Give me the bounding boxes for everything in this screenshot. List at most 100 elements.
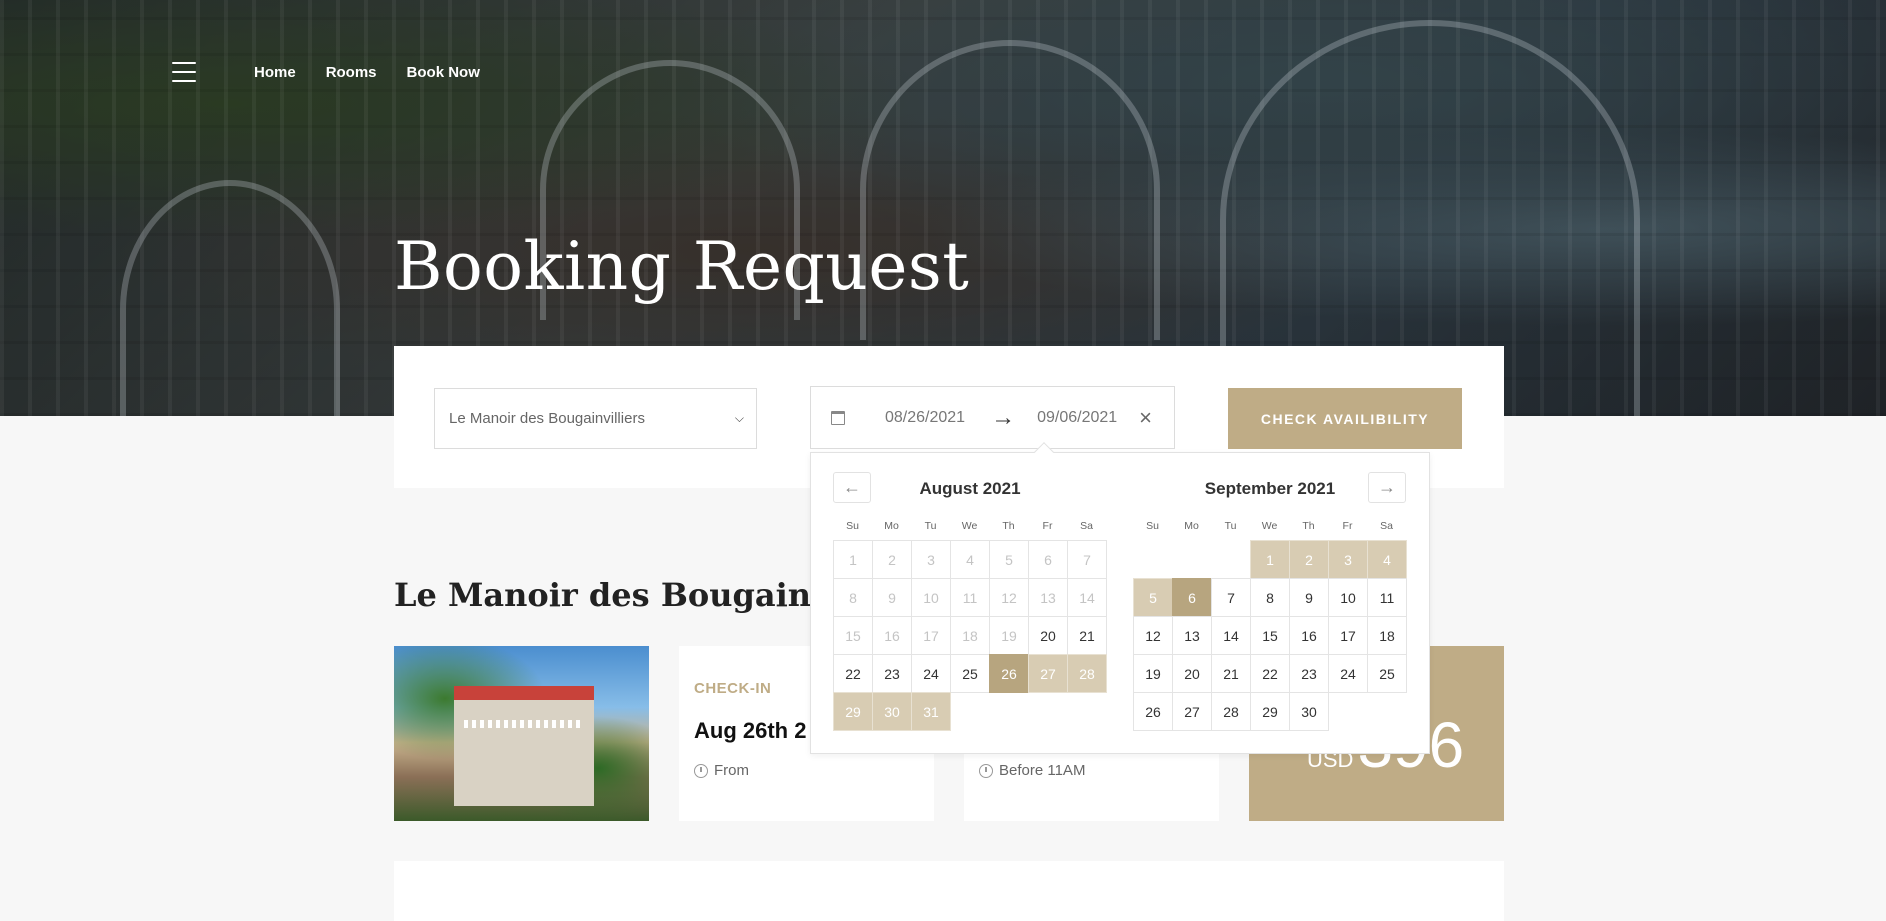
- checkout-time: Before 11AM: [979, 762, 1085, 779]
- weekday-label: Sa: [1380, 520, 1393, 532]
- clock-icon: [979, 763, 993, 778]
- calendar-day: 7: [1067, 540, 1107, 579]
- calendar-day[interactable]: 31: [911, 692, 951, 731]
- date-range-picker: ← → August 2021 Su Mo Tu We Th Fr Sa 123456789…: [810, 442, 1430, 754]
- top-navigation: Home Rooms Book Now: [172, 62, 480, 82]
- weekday-label: Th: [1302, 520, 1315, 532]
- calendar-day[interactable]: 25: [1367, 654, 1407, 693]
- calendar-day[interactable]: 6: [1172, 578, 1212, 617]
- calendar-day: 4: [950, 540, 990, 579]
- calendar-day[interactable]: 28: [1211, 692, 1251, 731]
- menu-icon[interactable]: [172, 62, 196, 82]
- calendar-day: 17: [911, 616, 951, 655]
- calendar-day[interactable]: 27: [1172, 692, 1212, 731]
- checkin-time-text: From: [714, 762, 749, 779]
- calendar-day[interactable]: 24: [911, 654, 951, 693]
- page-title: Booking Request: [394, 228, 970, 305]
- calendar-day: 18: [950, 616, 990, 655]
- calendar-day[interactable]: 8: [1250, 578, 1290, 617]
- hotel-select[interactable]: Le Manoir des Bougainvilliers ⌵: [434, 388, 757, 449]
- calendar-day[interactable]: 26: [989, 654, 1029, 693]
- calendar-icon: [831, 410, 845, 425]
- start-date-input[interactable]: 08/26/2021: [885, 409, 965, 427]
- calendar-day: 13: [1028, 578, 1068, 617]
- weekday-header: Su Mo Tu We Th Fr Sa: [833, 520, 1106, 532]
- calendar-day[interactable]: 13: [1172, 616, 1212, 655]
- calendar-day[interactable]: 22: [1250, 654, 1290, 693]
- calendar-day[interactable]: 9: [1289, 578, 1329, 617]
- calendar-day[interactable]: 21: [1211, 654, 1251, 693]
- calendar-day[interactable]: 29: [833, 692, 873, 731]
- weekday-label: We: [961, 520, 978, 532]
- calendar-day[interactable]: 28: [1067, 654, 1107, 693]
- checkin-time: From: [694, 762, 749, 779]
- calendar-day[interactable]: 21: [1067, 616, 1107, 655]
- checkin-label: CHECK-IN: [694, 680, 772, 697]
- calendar-day[interactable]: 17: [1328, 616, 1368, 655]
- hotel-photo-building: [454, 686, 594, 806]
- month-title: August 2021: [919, 479, 1021, 498]
- calendar-day: 19: [989, 616, 1029, 655]
- checkout-time-text: Before 11AM: [999, 762, 1086, 779]
- calendar-day[interactable]: 30: [872, 692, 912, 731]
- day-grid: 1 2 3 4 5 6 7 8 9 10 11 12 13 14 15 16 17 18 19 20 21 22 23 24 2…: [1133, 540, 1407, 731]
- calendar-day[interactable]: 1: [1250, 540, 1290, 579]
- clear-dates-icon[interactable]: ×: [1139, 405, 1152, 431]
- calendar-day[interactable]: 25: [950, 654, 990, 693]
- calendar-day[interactable]: 15: [1250, 616, 1290, 655]
- calendar-day: 15: [833, 616, 873, 655]
- calendar-empty-cell: [1133, 540, 1173, 579]
- nav-link-home[interactable]: Home: [254, 64, 296, 81]
- calendar-day[interactable]: 3: [1328, 540, 1368, 579]
- details-panel: [394, 861, 1504, 921]
- calendar-day[interactable]: 22: [833, 654, 873, 693]
- checkin-date: Aug 26th 2: [694, 718, 807, 743]
- calendar-day: 1: [833, 540, 873, 579]
- calendar-day: 11: [950, 578, 990, 617]
- calendar-day[interactable]: 20: [1028, 616, 1068, 655]
- calendar-day: 10: [911, 578, 951, 617]
- calendar-day: 16: [872, 616, 912, 655]
- calendar-day[interactable]: 26: [1133, 692, 1173, 731]
- calendar-day[interactable]: 7: [1211, 578, 1251, 617]
- weekday-label: Fr: [1342, 520, 1353, 532]
- weekday-label: Tu: [924, 520, 937, 532]
- weekday-label: Mo: [1184, 520, 1199, 532]
- calendar-day: 5: [989, 540, 1029, 579]
- calendar-day: 9: [872, 578, 912, 617]
- calendar-day[interactable]: 12: [1133, 616, 1173, 655]
- calendar-day[interactable]: 4: [1367, 540, 1407, 579]
- calendar-day[interactable]: 19: [1133, 654, 1173, 693]
- end-date-input[interactable]: 09/06/2021: [1037, 409, 1117, 427]
- hotel-select-value: Le Manoir des Bougainvilliers: [449, 410, 645, 427]
- calendar-day[interactable]: 20: [1172, 654, 1212, 693]
- calendar-day: 14: [1067, 578, 1107, 617]
- calendar-day[interactable]: 16: [1289, 616, 1329, 655]
- chevron-down-icon: ⌵: [734, 411, 744, 425]
- date-range-input[interactable]: 08/26/2021 → 09/06/2021 ×: [810, 386, 1175, 449]
- calendar-day[interactable]: 30: [1289, 692, 1329, 731]
- weekday-label: Tu: [1224, 520, 1237, 532]
- calendar-empty-cell: [1172, 540, 1212, 579]
- month-title: September 2021: [1204, 479, 1336, 498]
- calendar-day[interactable]: 11: [1367, 578, 1407, 617]
- calendar-day[interactable]: 29: [1250, 692, 1290, 731]
- calendar-day[interactable]: 23: [1289, 654, 1329, 693]
- clock-icon: [694, 763, 708, 778]
- calendar-day: 2: [872, 540, 912, 579]
- calendar-day[interactable]: 24: [1328, 654, 1368, 693]
- nav-link-book-now[interactable]: Book Now: [407, 64, 480, 81]
- calendar-day[interactable]: 14: [1211, 616, 1251, 655]
- calendar-day[interactable]: 10: [1328, 578, 1368, 617]
- calendar-empty-cell: [1211, 540, 1251, 579]
- weekday-label: Mo: [884, 520, 899, 532]
- calendar-day[interactable]: 2: [1289, 540, 1329, 579]
- calendar-day[interactable]: 18: [1367, 616, 1407, 655]
- calendar-day[interactable]: 27: [1028, 654, 1068, 693]
- check-availability-button[interactable]: CHECK AVAILIBILITY: [1228, 388, 1462, 449]
- calendar-day[interactable]: 23: [872, 654, 912, 693]
- day-grid: 1 2 3 4 5 6 7 8 9 10 11 12 13 14 15 16 17 18 19 20 21 22 23 24 2…: [833, 540, 1107, 731]
- weekday-label: We: [1261, 520, 1278, 532]
- nav-link-rooms[interactable]: Rooms: [326, 64, 377, 81]
- calendar-day[interactable]: 5: [1133, 578, 1173, 617]
